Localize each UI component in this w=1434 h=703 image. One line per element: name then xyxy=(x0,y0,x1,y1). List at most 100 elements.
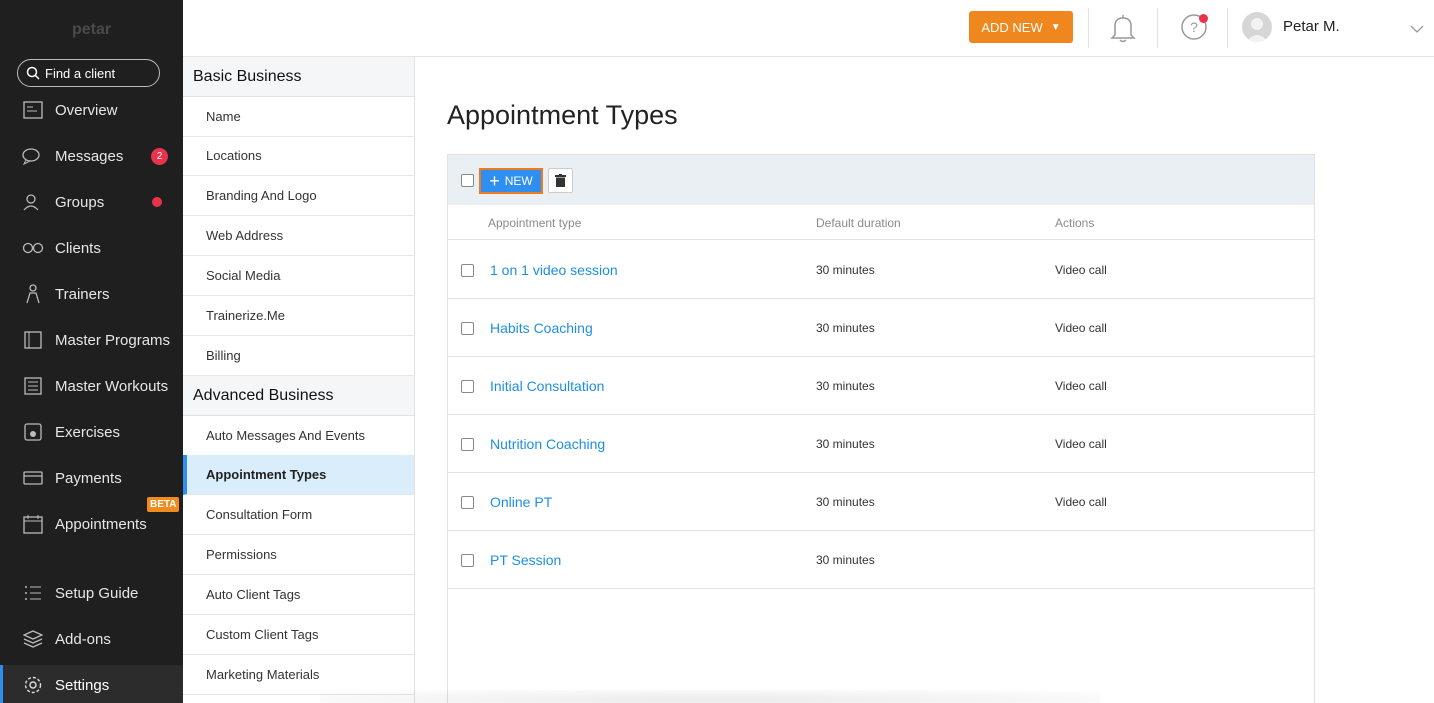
nav-master-programs-label: Master Programs xyxy=(55,331,171,349)
row-checkbox[interactable] xyxy=(461,496,474,509)
action-label: Video call xyxy=(1055,495,1107,509)
table-toolbar: + NEW xyxy=(448,155,1314,205)
gear-icon xyxy=(22,674,44,696)
appointment-type-link[interactable]: Initial Consultation xyxy=(490,378,604,394)
nav-trainers[interactable]: Trainers xyxy=(0,274,183,314)
table-row: Online PT 30 minutes Video call xyxy=(448,473,1314,531)
submenu-billing[interactable]: Billing xyxy=(183,336,414,376)
default-duration: 30 minutes xyxy=(816,263,875,277)
submenu-locations[interactable]: Locations xyxy=(183,136,414,176)
nav-trainers-label: Trainers xyxy=(55,285,110,303)
svg-text:?: ? xyxy=(1190,19,1198,35)
table-header: Appointment type Default duration Action… xyxy=(448,205,1314,240)
submenu-auto-client-tags[interactable]: Auto Client Tags xyxy=(183,575,414,615)
calendar-icon xyxy=(22,513,44,535)
submenu-trainerize-me[interactable]: Trainerize.Me xyxy=(183,296,414,336)
appointment-type-link[interactable]: 1 on 1 video session xyxy=(490,262,618,278)
nav-setup-guide[interactable]: Setup Guide xyxy=(0,573,183,613)
avatar[interactable] xyxy=(1242,12,1272,42)
submenu-custom-client-tags[interactable]: Custom Client Tags xyxy=(183,615,414,655)
submenu-web-address[interactable]: Web Address xyxy=(183,216,414,256)
row-checkbox[interactable] xyxy=(461,322,474,335)
table-row: Habits Coaching 30 minutes Video call xyxy=(448,299,1314,357)
groups-notification-dot xyxy=(152,197,162,207)
select-all-checkbox[interactable] xyxy=(461,174,474,187)
column-actions: Actions xyxy=(1055,216,1095,230)
trainers-icon xyxy=(22,283,44,305)
chat-icon xyxy=(22,145,44,167)
add-new-label: ADD NEW xyxy=(981,19,1043,35)
new-button-label: NEW xyxy=(504,174,533,188)
help-notification-dot xyxy=(1199,14,1208,23)
appointment-types-panel: + NEW Appointment type Default duration … xyxy=(447,154,1315,703)
submenu-name[interactable]: Name xyxy=(183,97,414,137)
default-duration: 30 minutes xyxy=(816,321,875,335)
nav-master-programs[interactable]: Master Programs xyxy=(0,320,183,360)
nav-add-ons[interactable]: Add-ons xyxy=(0,619,183,659)
nav-clients-label: Clients xyxy=(55,239,101,257)
nav-messages[interactable]: Messages 2 xyxy=(0,136,183,176)
nav-groups[interactable]: Groups xyxy=(0,182,183,222)
submenu-appointment-types[interactable]: Appointment Types xyxy=(183,455,414,495)
book-icon xyxy=(22,329,44,351)
row-checkbox[interactable] xyxy=(461,554,474,567)
bell-icon[interactable] xyxy=(1109,13,1137,48)
find-client-search[interactable]: Find a client xyxy=(17,59,160,87)
overview-icon xyxy=(22,99,44,121)
table-row: Nutrition Coaching 30 minutes Video call xyxy=(448,415,1314,473)
nav-messages-label: Messages xyxy=(55,147,124,165)
appointment-type-link[interactable]: Nutrition Coaching xyxy=(490,436,605,452)
nav-appointments-label: Appointments xyxy=(55,515,147,533)
nav-settings-label: Settings xyxy=(55,676,110,694)
row-checkbox[interactable] xyxy=(461,438,474,451)
basic-business-heading: Basic Business xyxy=(183,57,414,97)
nav-master-workouts[interactable]: Master Workouts xyxy=(0,366,183,406)
appointment-type-link[interactable]: PT Session xyxy=(490,552,561,568)
page-title: Appointment Types xyxy=(447,100,678,130)
nav-settings[interactable]: Settings xyxy=(0,665,183,703)
messages-badge: 2 xyxy=(151,147,168,165)
search-icon xyxy=(26,66,40,80)
list-icon xyxy=(22,375,44,397)
nav-exercises-label: Exercises xyxy=(55,423,121,441)
action-label: Video call xyxy=(1055,379,1107,393)
checklist-icon xyxy=(22,582,44,604)
table-row: PT Session 30 minutes xyxy=(448,531,1314,589)
submenu-consultation-form[interactable]: Consultation Form xyxy=(183,495,414,535)
trash-icon xyxy=(555,174,566,187)
add-new-button[interactable]: ADD NEW ▼ xyxy=(969,11,1073,43)
nav-appointments[interactable]: Appointments BETA xyxy=(0,497,183,544)
default-duration: 30 minutes xyxy=(816,495,875,509)
nav-payments[interactable]: Payments xyxy=(0,458,183,498)
submenu-marketing-materials[interactable]: Marketing Materials xyxy=(183,655,414,695)
plus-icon: + xyxy=(489,171,500,191)
user-name[interactable]: Petar M. xyxy=(1283,18,1340,35)
submenu-branding-and-logo[interactable]: Branding And Logo xyxy=(183,176,414,216)
submenu-permissions[interactable]: Permissions xyxy=(183,535,414,575)
main-sidebar: petar Find a client Overview Messages 2 … xyxy=(0,0,183,703)
nav-setup-guide-label: Setup Guide xyxy=(55,584,139,602)
chevron-down-icon[interactable] xyxy=(1410,21,1424,39)
nav-master-workouts-label: Master Workouts xyxy=(55,377,169,395)
appointment-type-link[interactable]: Online PT xyxy=(490,494,552,510)
delete-button[interactable] xyxy=(548,168,573,193)
nav-payments-label: Payments xyxy=(55,469,122,487)
nav-exercises[interactable]: Exercises xyxy=(0,412,183,452)
advanced-business-heading: Advanced Business xyxy=(183,376,414,416)
card-icon xyxy=(22,467,44,489)
nav-overview[interactable]: Overview xyxy=(0,90,183,130)
settings-submenu: Basic Business Name Locations Branding A… xyxy=(183,0,415,703)
action-label: Video call xyxy=(1055,321,1107,335)
column-appointment-type: Appointment type xyxy=(488,216,582,230)
divider xyxy=(1088,8,1089,48)
new-appointment-type-button[interactable]: + NEW xyxy=(479,168,543,194)
default-duration: 30 minutes xyxy=(816,379,875,393)
submenu-auto-messages[interactable]: Auto Messages And Events xyxy=(183,416,414,456)
nav-clients[interactable]: Clients xyxy=(0,228,183,268)
divider xyxy=(1157,8,1158,48)
caret-down-icon: ▼ xyxy=(1050,21,1061,33)
row-checkbox[interactable] xyxy=(461,380,474,393)
submenu-social-media[interactable]: Social Media xyxy=(183,256,414,296)
appointment-type-link[interactable]: Habits Coaching xyxy=(490,320,593,336)
row-checkbox[interactable] xyxy=(461,264,474,277)
